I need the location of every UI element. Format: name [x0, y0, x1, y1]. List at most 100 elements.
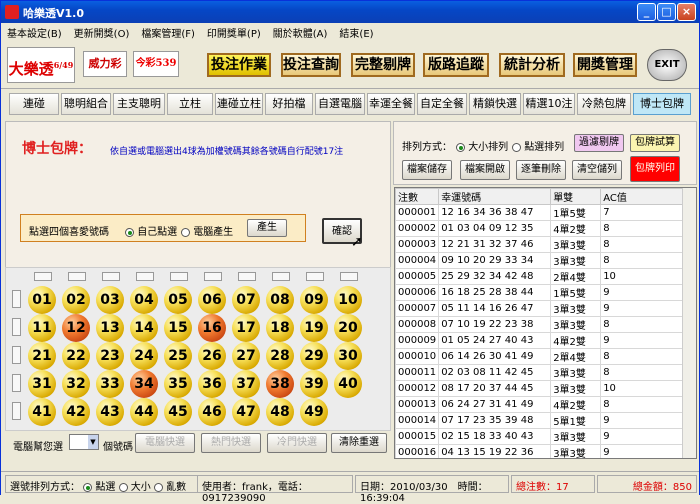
cold-quick-button[interactable]: 冷門快選	[267, 433, 327, 453]
column-select-toggle[interactable]	[306, 272, 324, 281]
number-ball[interactable]: 10	[334, 286, 362, 314]
number-ball[interactable]: 24	[130, 342, 158, 370]
number-ball[interactable]: 44	[130, 398, 158, 426]
row-select-toggle[interactable]	[12, 290, 21, 308]
tab[interactable]: 立柱	[167, 93, 213, 115]
number-ball[interactable]: 18	[266, 314, 294, 342]
number-ball[interactable]: 33	[96, 370, 124, 398]
number-ball[interactable]: 31	[28, 370, 56, 398]
table-row[interactable]: 000004 09 10 20 29 33 34 3單3雙 8	[395, 252, 684, 269]
nav-button[interactable]: 投注作業	[207, 53, 271, 77]
count-dropdown[interactable]: ▼	[69, 434, 99, 450]
number-ball[interactable]: 41	[28, 398, 56, 426]
column-select-toggle[interactable]	[68, 272, 86, 281]
number-ball[interactable]: 09	[300, 286, 328, 314]
number-ball[interactable]: 38	[266, 370, 294, 398]
number-ball[interactable]: 37	[232, 370, 260, 398]
number-ball[interactable]: 14	[130, 314, 158, 342]
number-ball[interactable]: 32	[62, 370, 90, 398]
number-ball[interactable]: 03	[96, 286, 124, 314]
table-row[interactable]: 000006 16 18 25 28 38 44 1單5雙 9	[395, 284, 684, 301]
clear-list-button[interactable]: 清空儲列	[572, 160, 622, 180]
column-select-toggle[interactable]	[170, 272, 188, 281]
column-select-toggle[interactable]	[238, 272, 256, 281]
minimize-button[interactable]: _	[637, 3, 656, 21]
number-ball[interactable]: 11	[28, 314, 56, 342]
status-sort-pick-radio[interactable]: 點選	[83, 482, 115, 493]
nav-button[interactable]: 完整剔牌	[351, 53, 415, 77]
pc-generate-radio[interactable]: 電腦產生	[181, 223, 233, 238]
table-row[interactable]: 000007 05 11 14 16 26 47 3單3雙 9	[395, 300, 684, 317]
number-ball[interactable]: 25	[164, 342, 192, 370]
pc-quick-button[interactable]: 電腦快選	[135, 433, 195, 453]
table-row[interactable]: 000013 06 24 27 31 41 49 4單2雙 8	[395, 396, 684, 413]
number-ball[interactable]: 22	[62, 342, 90, 370]
status-sort-random-radio[interactable]: 亂數	[153, 482, 186, 493]
row-select-toggle[interactable]	[12, 318, 21, 336]
calc-button[interactable]: 包牌試算	[630, 134, 680, 152]
column-select-toggle[interactable]	[102, 272, 120, 281]
delete-row-button[interactable]: 逐筆刪除	[516, 160, 566, 180]
table-row[interactable]: 000012 08 17 20 37 44 45 3單3雙 10	[395, 380, 684, 397]
nav-button[interactable]: 統計分析	[499, 53, 565, 77]
tab[interactable]: 冷熱包牌	[577, 93, 631, 115]
number-ball[interactable]: 30	[334, 342, 362, 370]
nav-button[interactable]: 版路追蹤	[423, 53, 489, 77]
number-ball[interactable]: 17	[232, 314, 260, 342]
menu-item[interactable]: 印開獎單(P)	[201, 23, 267, 40]
menu-item[interactable]: 結束(E)	[333, 23, 379, 40]
daily539-logo[interactable]: 今彩539	[133, 51, 179, 77]
table-row[interactable]: 000005 25 29 32 34 42 48 2單4雙 10	[395, 268, 684, 285]
number-ball[interactable]: 01	[28, 286, 56, 314]
save-file-button[interactable]: 檔案儲存	[402, 160, 452, 180]
number-ball[interactable]: 08	[266, 286, 294, 314]
column-select-toggle[interactable]	[34, 272, 52, 281]
table-row[interactable]: 000015 02 15 18 33 40 43 3單3雙 9	[395, 428, 684, 445]
table-row[interactable]: 000003 12 21 31 32 37 46 3單3雙 8	[395, 236, 684, 253]
row-select-toggle[interactable]	[12, 374, 21, 392]
number-ball[interactable]: 42	[62, 398, 90, 426]
maximize-button[interactable]: □	[657, 3, 676, 21]
clear-reselect-button[interactable]: 清除重選	[331, 433, 387, 453]
column-header[interactable]: 注數	[395, 188, 440, 205]
number-ball[interactable]: 04	[130, 286, 158, 314]
number-ball[interactable]: 39	[300, 370, 328, 398]
table-row[interactable]: 000014 07 17 23 35 39 48 5單1雙 9	[395, 412, 684, 429]
close-button[interactable]: ×	[677, 3, 696, 21]
tab[interactable]: 精選10注	[523, 93, 575, 115]
tab[interactable]: 精鎖快選	[469, 93, 521, 115]
tab[interactable]: 連碰立柱	[215, 93, 263, 115]
nav-button[interactable]: 開獎管理	[573, 53, 637, 77]
number-ball[interactable]: 20	[334, 314, 362, 342]
number-ball[interactable]: 06	[198, 286, 226, 314]
tab[interactable]: 自選電腦	[315, 93, 365, 115]
superlotto-logo[interactable]: 威力彩	[83, 51, 127, 77]
table-row[interactable]: 000001 12 16 34 36 38 47 1單5雙 7	[395, 204, 684, 221]
size-sort-radio[interactable]: 大小排列	[456, 138, 508, 153]
grid-scrollbar[interactable]	[682, 188, 696, 458]
number-ball[interactable]: 49	[300, 398, 328, 426]
generate-button[interactable]: 產生	[247, 219, 287, 237]
number-ball[interactable]: 48	[266, 398, 294, 426]
tab[interactable]: 幸運全餐	[367, 93, 415, 115]
menu-item[interactable]: 更新開獎(O)	[68, 23, 136, 40]
column-select-toggle[interactable]	[136, 272, 154, 281]
number-ball[interactable]: 12	[62, 314, 90, 342]
number-ball[interactable]: 16	[198, 314, 226, 342]
row-select-toggle[interactable]	[12, 402, 21, 420]
number-ball[interactable]: 13	[96, 314, 124, 342]
open-file-button[interactable]: 檔案開啟	[460, 160, 510, 180]
table-row[interactable]: 000011 02 03 08 11 42 45 3單3雙 8	[395, 364, 684, 381]
number-ball[interactable]: 28	[266, 342, 294, 370]
nav-button[interactable]: 投注查詢	[281, 53, 341, 77]
tab[interactable]: 主支聰明	[113, 93, 165, 115]
number-ball[interactable]: 27	[232, 342, 260, 370]
number-ball[interactable]: 26	[198, 342, 226, 370]
number-ball[interactable]: 45	[164, 398, 192, 426]
column-select-toggle[interactable]	[340, 272, 358, 281]
number-ball[interactable]: 43	[96, 398, 124, 426]
number-ball[interactable]: 07	[232, 286, 260, 314]
print-package-button[interactable]: 包牌列印	[630, 156, 680, 182]
table-row[interactable]: 000016 04 13 15 19 22 36 3單3雙 9	[395, 444, 684, 458]
pick-sort-radio[interactable]: 點選排列	[512, 138, 564, 153]
